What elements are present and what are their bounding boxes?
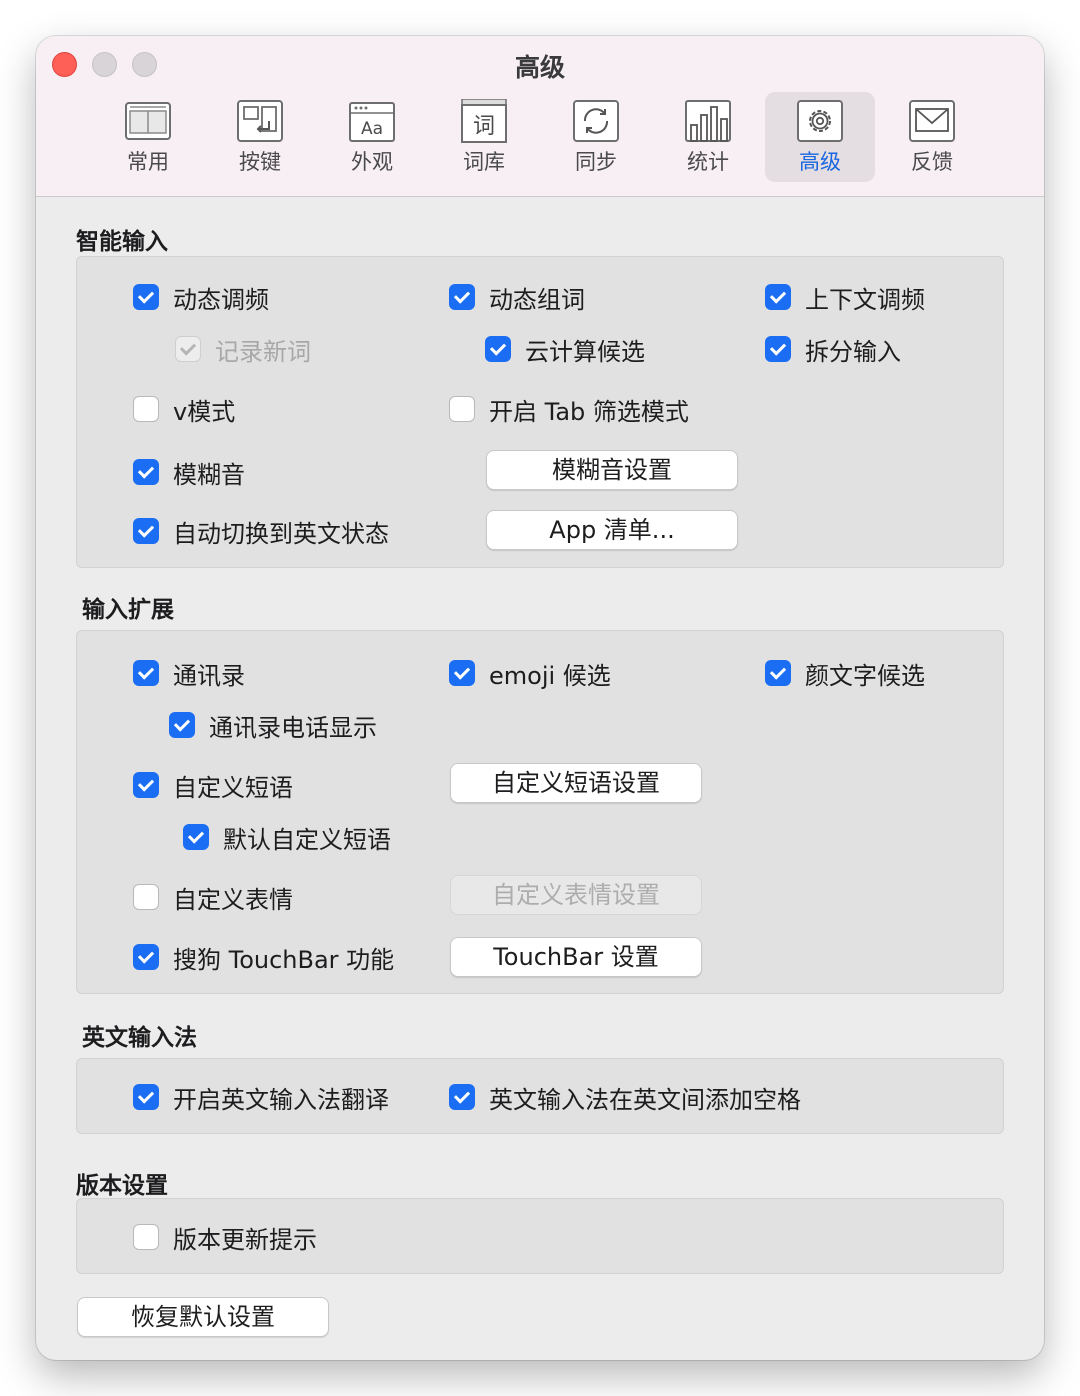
custom-emoticon-settings-button: 自定义表情设置	[450, 875, 702, 915]
sync-arrows-icon	[573, 100, 619, 142]
checkbox-box	[133, 1084, 159, 1110]
english-translate-checkbox[interactable]: 开启英文输入法翻译	[133, 1081, 389, 1114]
font-aa-icon: Aa	[349, 102, 395, 142]
touchbar-settings-button[interactable]: TouchBar 设置	[450, 937, 702, 977]
tab-sync[interactable]: 同步	[541, 92, 651, 182]
version-panel: 版本更新提示	[76, 1198, 1004, 1274]
preferences-window: 高级 常用 按键 Aa 外观 词 词库 同步 统计 高级 反馈 智能输入 动态调…	[36, 36, 1044, 1360]
touchbar-checkbox[interactable]: 搜狗 TouchBar 功能	[133, 941, 394, 974]
dictionary-icon: 词	[461, 99, 507, 143]
tab-appearance[interactable]: Aa 外观	[317, 92, 427, 182]
window-layout-icon	[125, 102, 171, 140]
kaomoji-checkbox[interactable]: 颜文字候选	[765, 657, 925, 690]
input-extension-panel: 通讯录 通讯录电话显示 emoji 候选 颜文字候选 自定义短语 自定义短语设置…	[76, 630, 1004, 994]
checkbox-box	[133, 518, 159, 544]
checkbox-box	[765, 284, 791, 310]
custom-phrase-checkbox[interactable]: 自定义短语	[133, 769, 293, 802]
checkbox-box	[449, 396, 475, 422]
tab-keys[interactable]: 按键	[205, 92, 315, 182]
gear-icon	[797, 100, 843, 142]
checkbox-box	[175, 336, 201, 362]
restore-defaults-button[interactable]: 恢复默认设置	[77, 1297, 329, 1337]
return-key-icon	[237, 100, 283, 142]
tab-lexicon[interactable]: 词 词库	[429, 92, 539, 182]
custom-emoticon-checkbox[interactable]: 自定义表情	[133, 881, 293, 914]
context-freq-checkbox[interactable]: 上下文调频	[765, 281, 925, 314]
section-title-input-extension: 输入扩展	[82, 597, 174, 623]
checkbox-box	[133, 660, 159, 686]
toolbar: 高级 常用 按键 Aa 外观 词 词库 同步 统计 高级 反馈	[36, 36, 1044, 197]
svg-text:词: 词	[473, 114, 495, 139]
checkbox-box	[133, 284, 159, 310]
english-add-space-checkbox[interactable]: 英文输入法在英文间添加空格	[449, 1081, 801, 1114]
section-title-version: 版本设置	[76, 1173, 168, 1199]
checkbox-box	[133, 1224, 159, 1250]
v-mode-checkbox[interactable]: v模式	[133, 393, 235, 426]
dynamic-phrase-checkbox[interactable]: 动态组词	[449, 281, 585, 314]
custom-phrase-settings-button[interactable]: 自定义短语设置	[450, 763, 702, 803]
checkbox-box	[133, 884, 159, 910]
checkbox-box	[449, 660, 475, 686]
cloud-candidates-checkbox[interactable]: 云计算候选	[485, 333, 645, 366]
checkbox-box	[133, 944, 159, 970]
checkbox-box	[449, 284, 475, 310]
bar-chart-icon	[685, 100, 731, 142]
checkbox-box	[449, 1084, 475, 1110]
checkbox-box	[133, 459, 159, 485]
emoji-checkbox[interactable]: emoji 候选	[449, 657, 611, 690]
split-input-checkbox[interactable]: 拆分输入	[765, 333, 901, 366]
envelope-icon	[909, 100, 955, 142]
section-title-smart-input: 智能输入	[76, 229, 168, 255]
checkbox-box	[183, 824, 209, 850]
auto-english-checkbox[interactable]: 自动切换到英文状态	[133, 515, 389, 548]
checkbox-box	[765, 660, 791, 686]
tab-stats[interactable]: 统计	[653, 92, 763, 182]
checkbox-box	[485, 336, 511, 362]
tab-general[interactable]: 常用	[93, 92, 203, 182]
checkbox-box	[765, 336, 791, 362]
svg-text:Aa: Aa	[361, 119, 383, 139]
window-title: 高级	[514, 53, 565, 82]
fuzzy-pinyin-checkbox[interactable]: 模糊音	[133, 456, 245, 489]
tab-filter-checkbox[interactable]: 开启 Tab 筛选模式	[449, 393, 689, 426]
checkbox-box	[169, 712, 195, 738]
checkbox-box	[133, 396, 159, 422]
tab-advanced[interactable]: 高级	[765, 92, 875, 182]
record-new-words-checkbox: 记录新词	[175, 333, 311, 366]
checkbox-box	[133, 772, 159, 798]
english-input-panel: 开启英文输入法翻译 英文输入法在英文间添加空格	[76, 1058, 1004, 1134]
section-title-english-input: 英文输入法	[82, 1025, 197, 1051]
contacts-phone-checkbox[interactable]: 通讯录电话显示	[169, 709, 377, 742]
default-custom-phrase-checkbox[interactable]: 默认自定义短语	[183, 821, 391, 854]
update-prompt-checkbox[interactable]: 版本更新提示	[133, 1221, 317, 1254]
dynamic-freq-checkbox[interactable]: 动态调频	[133, 281, 269, 314]
contacts-checkbox[interactable]: 通讯录	[133, 657, 245, 690]
smart-input-panel: 动态调频 记录新词 动态组词 云计算候选 上下文调频 拆分输入 v模式 开启 T…	[76, 256, 1004, 568]
fuzzy-settings-button[interactable]: 模糊音设置	[486, 450, 738, 490]
app-list-button[interactable]: App 清单...	[486, 510, 738, 550]
tab-feedback[interactable]: 反馈	[877, 92, 987, 182]
